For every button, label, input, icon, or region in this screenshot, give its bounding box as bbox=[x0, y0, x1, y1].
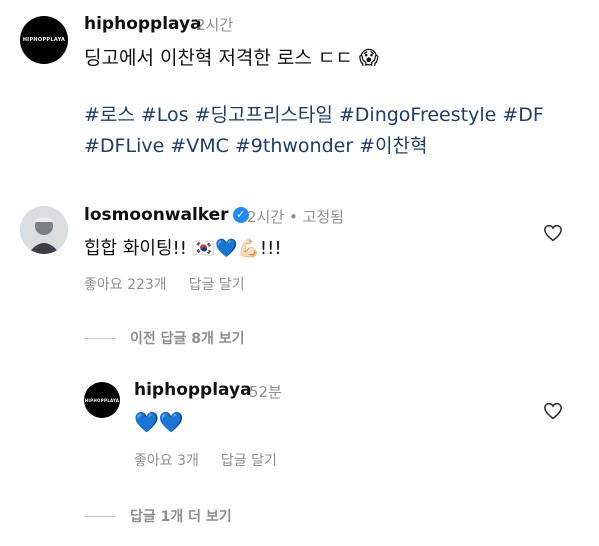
hashtag[interactable]: #로스 bbox=[84, 104, 135, 126]
comment-text: 힙합 화이팅!! 🇰🇷💙💪🏻!!! bbox=[84, 238, 282, 259]
comment-username-text[interactable]: losmoonwalker bbox=[84, 205, 229, 225]
like-heart-icon[interactable] bbox=[543, 402, 563, 420]
hashtag[interactable]: #딩고프리스타일 bbox=[195, 104, 333, 126]
pinned-label: 고정됨 bbox=[302, 208, 344, 226]
reply-likes-count[interactable]: 좋아요 3개 bbox=[134, 450, 199, 470]
hashtag[interactable]: #DF bbox=[502, 104, 543, 126]
view-more-replies-label[interactable]: 답글 1개 더 보기 bbox=[130, 506, 232, 526]
post-time: 2시간 bbox=[196, 16, 234, 34]
like-heart-icon[interactable] bbox=[543, 224, 563, 242]
comment-likes-count[interactable]: 좋아요 223개 bbox=[84, 274, 167, 294]
hashtag[interactable]: #9thwonder bbox=[235, 135, 353, 157]
comment-username[interactable]: losmoonwalker ✓ bbox=[84, 205, 249, 225]
hashtag[interactable]: #이찬혁 bbox=[359, 135, 427, 157]
comment-time: 2시간 bbox=[247, 208, 285, 226]
reply-reply-button[interactable]: 답글 달기 bbox=[221, 450, 277, 470]
separator-dot: • bbox=[288, 208, 303, 226]
reply-avatar[interactable]: HIPHOPPLAYA bbox=[84, 382, 120, 418]
comment-reply-button[interactable]: 답글 달기 bbox=[189, 274, 245, 294]
hashtag[interactable]: #DFLive bbox=[84, 135, 164, 157]
reply-username[interactable]: hiphopplaya bbox=[134, 380, 252, 400]
avatar-logo-text: HIPHOPPLAYA bbox=[84, 397, 120, 403]
reply-text: 💙💙 bbox=[134, 410, 184, 434]
view-more-replies[interactable]: 답글 1개 더 보기 bbox=[84, 506, 232, 526]
divider-line bbox=[84, 515, 116, 517]
view-previous-replies[interactable]: 이전 답글 8개 보기 bbox=[84, 328, 245, 348]
hashtag[interactable]: #DingoFreestyle bbox=[339, 104, 496, 126]
avatar-logo-text: HIPHOPPLAYA bbox=[22, 37, 66, 43]
comment-avatar[interactable] bbox=[20, 206, 68, 254]
hashtag-list: #로스 #Los #딩고프리스타일 #DingoFreestyle #DF #DFLiv… bbox=[84, 100, 584, 162]
reply-actions: 좋아요 3개 답글 달기 bbox=[134, 450, 277, 470]
post-username[interactable]: hiphopplaya bbox=[84, 14, 202, 34]
comment-actions: 좋아요 223개 답글 달기 bbox=[84, 274, 245, 294]
hashtag[interactable]: #VMC bbox=[170, 135, 229, 157]
reply-time: 52분 bbox=[249, 383, 282, 401]
hashtag[interactable]: #Los bbox=[141, 104, 189, 126]
user-photo-icon bbox=[20, 206, 68, 254]
comment-meta: 2시간 • 고정됨 bbox=[247, 206, 344, 227]
view-previous-replies-label[interactable]: 이전 답글 8개 보기 bbox=[130, 328, 245, 348]
post-avatar[interactable]: HIPHOPPLAYA bbox=[20, 16, 68, 64]
post-caption: 딩고에서 이찬혁 저격한 로스 ㄷㄷ 😱 bbox=[84, 47, 379, 69]
divider-line bbox=[84, 337, 116, 339]
